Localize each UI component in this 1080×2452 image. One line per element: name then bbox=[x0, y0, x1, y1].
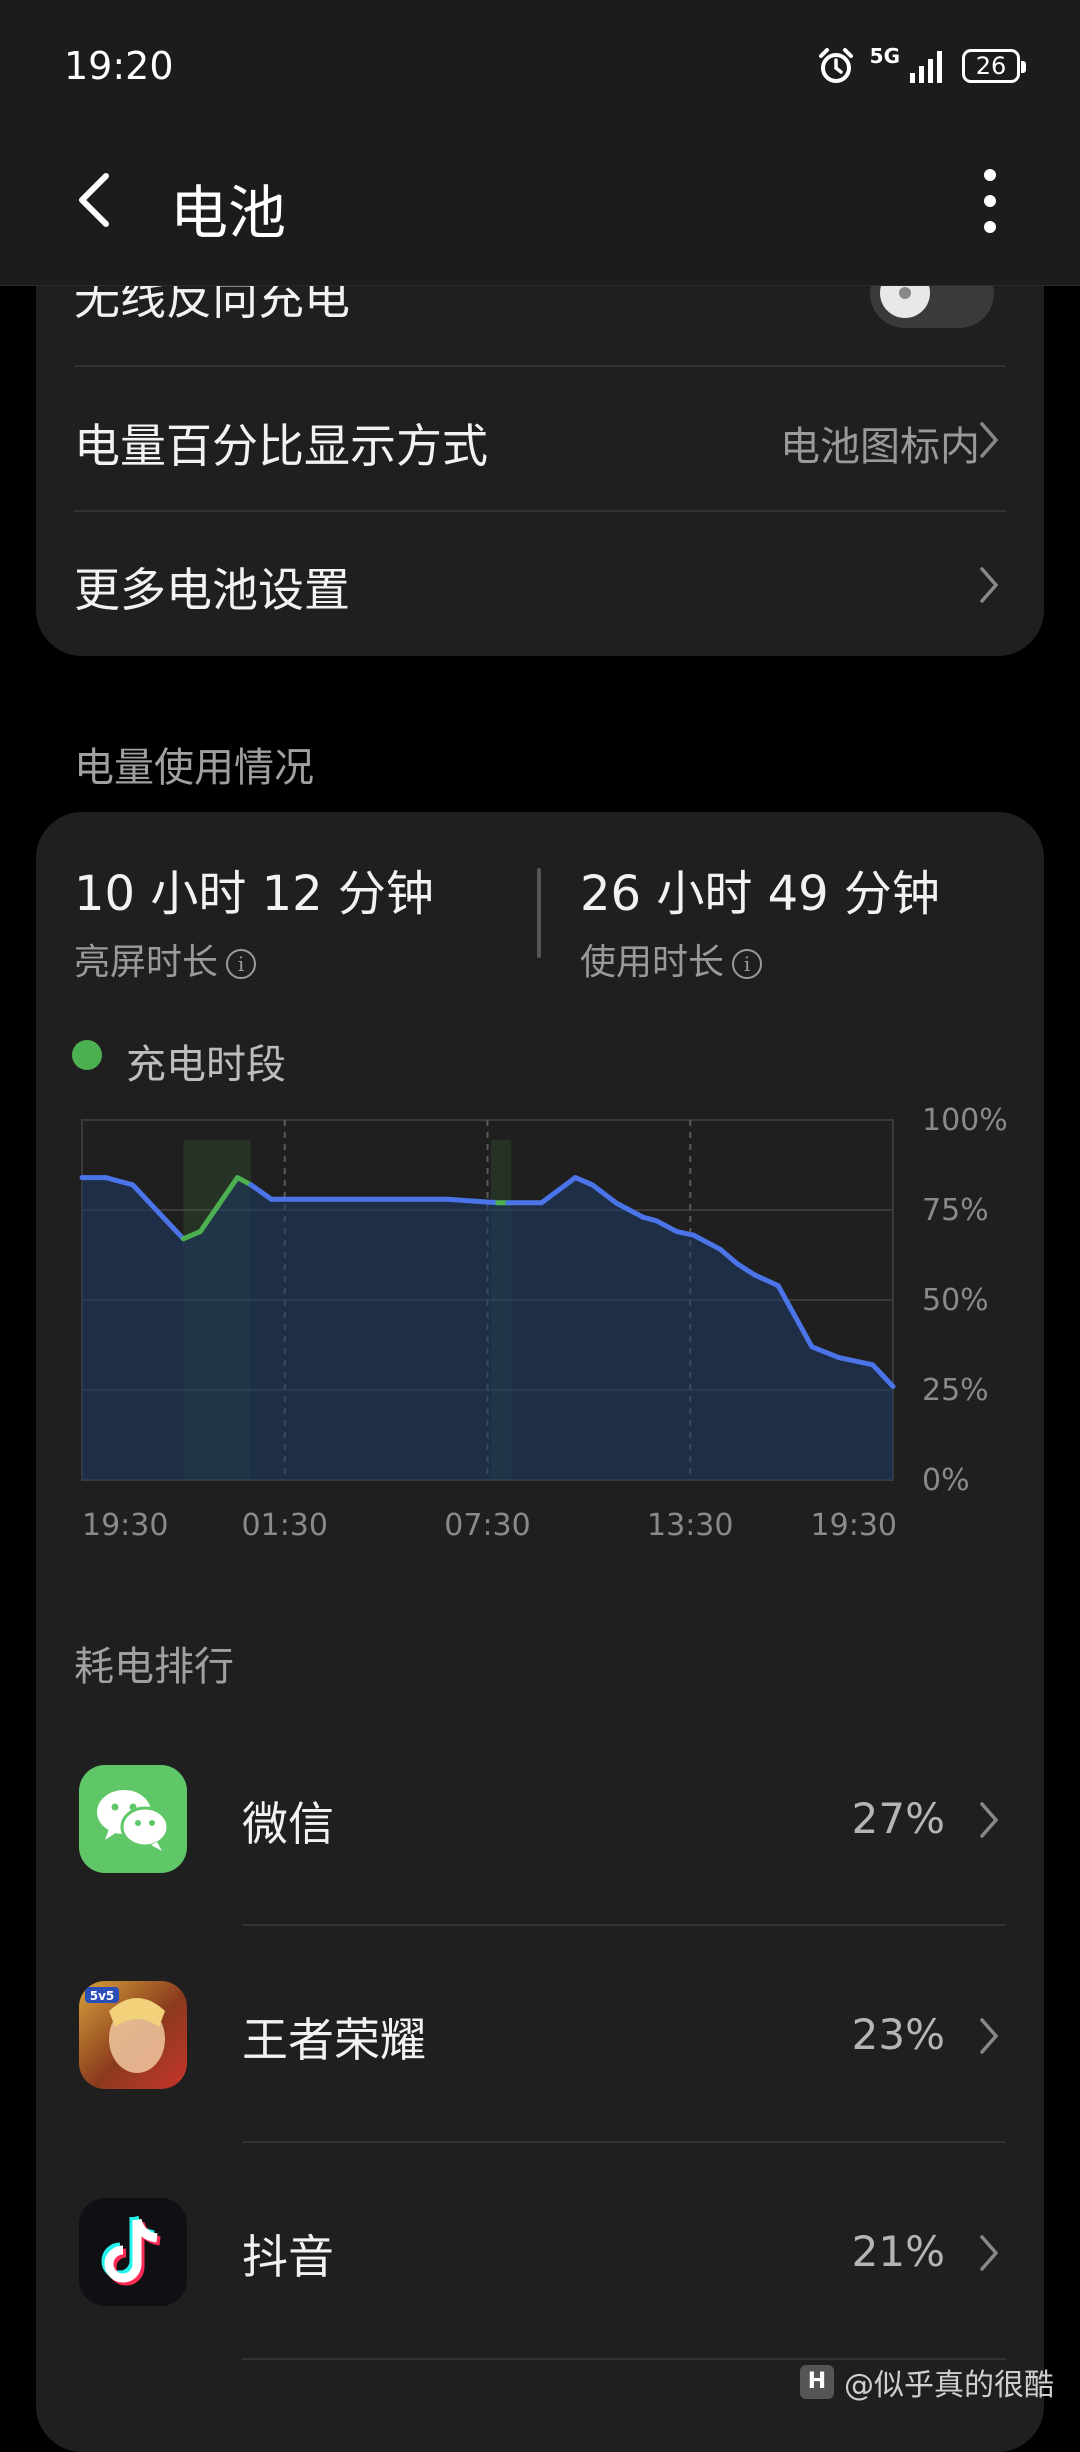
chevron-right-icon bbox=[980, 2018, 999, 2054]
page-title: 电池 bbox=[170, 179, 287, 247]
watermark-logo: H bbox=[800, 2365, 834, 2399]
usage-label-wrap[interactable]: 使用时长 i bbox=[580, 933, 763, 985]
app-percent: 23% bbox=[851, 2010, 945, 2059]
usage-section-title: 电量使用情况 bbox=[74, 745, 314, 791]
charging-legend-label: 充电时段 bbox=[126, 1042, 286, 1088]
wechat-icon bbox=[79, 1765, 187, 1873]
more-vertical-icon[interactable] bbox=[968, 165, 1012, 237]
chevron-right-icon bbox=[980, 567, 999, 603]
usage-label: 使用时长 bbox=[580, 942, 725, 983]
app-name: 微信 bbox=[242, 1797, 334, 1851]
more-battery-settings-label: 更多电池设置 bbox=[74, 563, 350, 617]
stats-divider bbox=[537, 868, 541, 958]
app-percent: 27% bbox=[851, 1794, 945, 1843]
douyin-icon bbox=[79, 2198, 187, 2306]
watermark: H @似乎真的很酷 bbox=[800, 2360, 1054, 2404]
chevron-right-icon bbox=[980, 2235, 999, 2271]
screen-on-label-wrap[interactable]: 亮屏时长 i bbox=[74, 933, 257, 985]
status-icons: 5G 26 bbox=[816, 44, 1026, 88]
app-percent: 21% bbox=[851, 2227, 945, 2276]
back-chevron-icon[interactable] bbox=[72, 168, 116, 232]
chevron-right-icon bbox=[980, 1802, 999, 1838]
signal-icon bbox=[910, 51, 942, 83]
honor-of-kings-icon: 5v5 bbox=[79, 1981, 187, 2089]
charging-legend-dot bbox=[72, 1040, 102, 1070]
info-icon[interactable]: i bbox=[732, 949, 763, 979]
battery-level: 26 bbox=[975, 52, 1007, 80]
usage-duration: 26 小时 49 分钟 bbox=[580, 866, 940, 922]
percent-display-label: 电量百分比显示方式 bbox=[74, 419, 488, 473]
watermark-text: @似乎真的很酷 bbox=[844, 2368, 1054, 2403]
top-bar: 19:20 5G 26 电池 bbox=[0, 0, 1080, 286]
status-time: 19:20 bbox=[64, 44, 174, 88]
ranking-section-title: 耗电排行 bbox=[74, 1644, 234, 1690]
screen-on-duration: 10 小时 12 分钟 bbox=[74, 866, 434, 922]
svg-text:5v5: 5v5 bbox=[90, 1989, 115, 2003]
network-type: 5G bbox=[869, 44, 900, 68]
chevron-right-icon bbox=[980, 422, 999, 458]
alarm-icon bbox=[818, 48, 853, 83]
battery-icon: 26 bbox=[962, 49, 1026, 83]
app-name: 抖音 bbox=[242, 2230, 334, 2284]
percent-display-value: 电池图标内 bbox=[780, 424, 980, 470]
app-name: 王者荣耀 bbox=[242, 2013, 426, 2067]
screen-on-label: 亮屏时长 bbox=[74, 942, 219, 983]
info-icon[interactable]: i bbox=[226, 949, 257, 979]
